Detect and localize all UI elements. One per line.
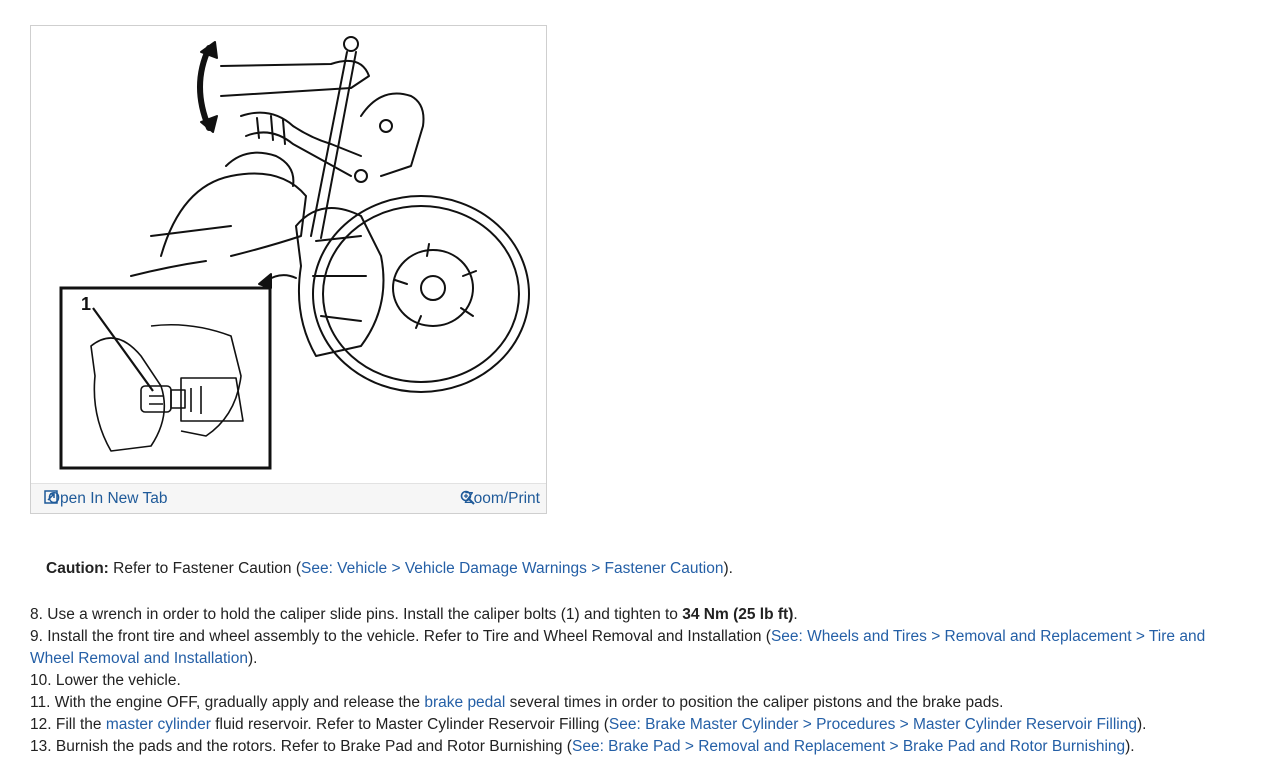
steps-list: 8. Use a wrench in order to hold the cal…: [30, 604, 1245, 758]
callout-number: 1: [81, 294, 91, 314]
step-item: 8. Use a wrench in order to hold the cal…: [30, 604, 1245, 626]
step-item: 13. Burnish the pads and the rotors. Ref…: [30, 736, 1245, 758]
brake-caliper-illustration: 1: [59, 36, 530, 470]
step-after: ).: [1136, 716, 1147, 733]
step-after: several times in order to position the c…: [505, 694, 1004, 711]
reservoir-filling-link[interactable]: See: Brake Master Cylinder > Procedures …: [609, 716, 1137, 733]
step-after: ).: [247, 650, 258, 667]
caution-text: Refer to Fastener Caution (: [113, 560, 301, 577]
open-in-new-tab-label: Open In New Tab: [48, 490, 168, 507]
step-item: 11. With the engine OFF, gradually apply…: [30, 692, 1245, 714]
illustration-figure: 1 Open In New Tab Zoom/Print: [30, 25, 547, 514]
step-item: 10. Lower the vehicle.: [30, 670, 1245, 692]
step-text: Burnish the pads and the rotors. Refer t…: [55, 738, 572, 755]
step-number: 11.: [30, 694, 51, 711]
step-number: 10.: [30, 672, 52, 689]
caution-label: Caution:: [46, 560, 109, 577]
zoom-print-button[interactable]: Zoom/Print: [460, 490, 540, 508]
caution-link[interactable]: See: Vehicle > Vehicle Damage Warnings >…: [301, 560, 723, 577]
step-number: 13.: [30, 738, 52, 755]
caution-note: Caution: Refer to Fastener Caution (See:…: [46, 560, 733, 578]
step-text: Lower the vehicle.: [55, 672, 181, 689]
brake-pedal-link[interactable]: brake pedal: [424, 694, 505, 711]
step-after: ).: [1125, 738, 1135, 755]
zoom-print-label: Zoom/Print: [464, 490, 540, 507]
open-in-new-tab-button[interactable]: Open In New Tab: [44, 490, 167, 508]
step-text: With the engine OFF, gradually apply and…: [54, 694, 425, 711]
step-after: .: [793, 606, 798, 623]
step-number: 8.: [30, 606, 43, 623]
step-item: 9. Install the front tire and wheel asse…: [30, 626, 1245, 670]
step-number: 12.: [30, 716, 52, 733]
step-text: Fill the: [55, 716, 106, 733]
figure-toolbar: Open In New Tab Zoom/Print: [31, 483, 546, 513]
caution-after: ).: [723, 560, 733, 577]
torque-spec: 34 Nm (25 lb ft): [682, 606, 794, 623]
burnishing-link[interactable]: See: Brake Pad > Removal and Replacement…: [572, 738, 1125, 755]
step-number: 9.: [30, 628, 43, 645]
step-text: Use a wrench in order to hold the calipe…: [47, 606, 683, 623]
step-text: Install the front tire and wheel assembl…: [47, 628, 771, 645]
step-item: 12. Fill the master cylinder fluid reser…: [30, 714, 1245, 736]
step-text-mid: fluid reservoir. Refer to Master Cylinde…: [210, 716, 609, 733]
master-cylinder-link[interactable]: master cylinder: [106, 716, 211, 733]
